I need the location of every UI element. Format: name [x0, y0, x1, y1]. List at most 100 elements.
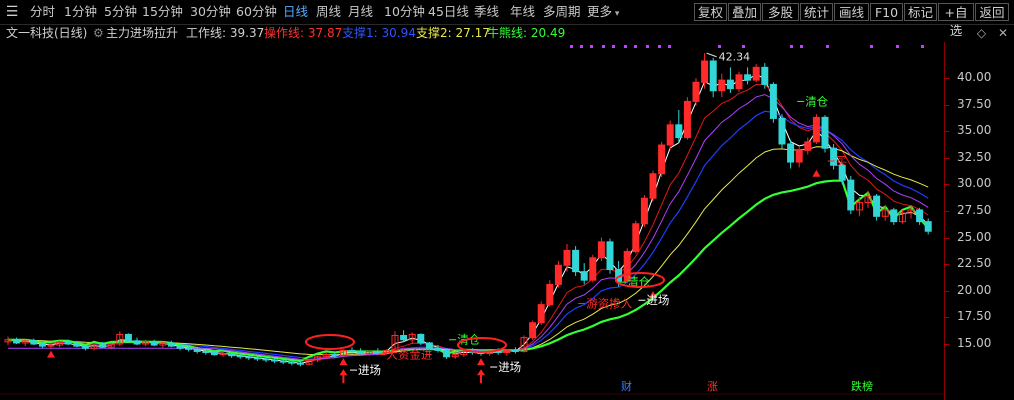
candle-body: [847, 179, 855, 211]
candle-body: [279, 360, 287, 363]
candle-body: [778, 117, 786, 145]
y-tick: [944, 184, 949, 186]
candle-body: [253, 357, 261, 360]
op-line-value: 操作线: 37.87: [264, 26, 343, 40]
signal-dot: [580, 45, 583, 48]
tab-timeframe-8[interactable]: 月线: [348, 0, 373, 24]
toolbar-button-2[interactable]: 多股: [762, 3, 799, 21]
candle-body: [744, 74, 752, 81]
candle-body: [572, 249, 580, 273]
up-arrow-icon: [339, 369, 348, 376]
tab-timeframe-11[interactable]: 季线: [474, 0, 499, 24]
candle-body: [890, 209, 898, 223]
candle-body: [597, 241, 605, 259]
candle-body: [640, 197, 648, 225]
toolbar-button-5[interactable]: F10: [870, 3, 903, 21]
support2-value: 支撑2: 27.17: [416, 26, 490, 40]
annotation-label: 进场: [646, 293, 669, 307]
candle-body: [666, 124, 674, 146]
y-tick-label: 32.50: [957, 149, 992, 164]
tab-timeframe-2[interactable]: 5分钟: [104, 0, 137, 24]
y-tick: [944, 78, 949, 79]
candle-body: [718, 79, 726, 92]
candle-body: [563, 249, 571, 266]
candle-body: [348, 349, 356, 352]
settings-icon[interactable]: ⚙: [93, 24, 104, 42]
y-axis-separator: [944, 42, 945, 400]
signal-dot: [658, 45, 661, 48]
tab-timeframe-12[interactable]: 年线: [510, 0, 535, 24]
y-tick-label: 15.00: [957, 336, 992, 350]
y-tick-label: 37.50: [957, 96, 992, 111]
toolbar-button-7[interactable]: +自选: [938, 3, 974, 38]
candle-body: [529, 322, 537, 339]
y-tick-label: 20.00: [957, 282, 992, 297]
up-arrow-icon: [812, 169, 821, 177]
candle-body: [400, 334, 408, 341]
menu-icon[interactable]: ☰: [2, 0, 22, 24]
candle-body: [511, 349, 519, 352]
toolbar-button-3[interactable]: 统计: [800, 3, 833, 21]
candle-body: [873, 195, 881, 217]
toolbar-button-0[interactable]: 复权: [694, 3, 727, 21]
signal-dot: [896, 45, 899, 48]
y-tick: [944, 317, 949, 319]
tab-timeframe-3[interactable]: 15分钟: [142, 0, 183, 24]
candle-body: [787, 143, 795, 163]
candle-body: [99, 344, 107, 348]
candle-body: [228, 353, 236, 357]
signal-dot: [590, 45, 593, 48]
toolbar-button-4[interactable]: 画线: [834, 3, 869, 21]
annotation-label: 大资金进: [386, 348, 432, 362]
signal-dot: [634, 45, 637, 48]
y-tick-label: 17.50: [957, 309, 992, 324]
y-tick: [944, 237, 949, 239]
candle-body: [296, 362, 304, 365]
tab-timeframe-13[interactable]: 多周期: [543, 0, 581, 24]
candlestick-chart[interactable]: 42.34清仓进场大资金进进场游资掺入清仓进场清仓买财涨跌榜: [0, 42, 1014, 400]
candle-body: [124, 333, 132, 342]
indicator-name[interactable]: 主力进场拉升: [106, 24, 178, 42]
candle-body: [64, 341, 72, 345]
tab-timeframe-6[interactable]: 日线: [283, 0, 308, 24]
candle-body: [546, 283, 554, 306]
candle-body: [434, 347, 442, 351]
close-icon[interactable]: ✕: [998, 26, 1008, 40]
toolbar-button-8[interactable]: 返回: [975, 3, 1009, 21]
candle-body: [795, 149, 803, 163]
tab-timeframe-5[interactable]: 60分钟: [236, 0, 277, 24]
tab-timeframe-7[interactable]: 周线: [316, 0, 341, 24]
diamond-icon[interactable]: ◇: [977, 26, 986, 40]
candle-body: [443, 349, 451, 358]
highlight-ellipse: [305, 334, 355, 350]
candle-body: [38, 343, 46, 347]
work-line-value: 工作线: 39.37: [186, 26, 265, 40]
candle-body: [245, 356, 253, 359]
candle-body: [331, 354, 339, 357]
tab-timeframe-4[interactable]: 30分钟: [190, 0, 231, 24]
lower-band-line: [8, 94, 929, 361]
tab-timeframe-9[interactable]: 10分钟: [384, 0, 425, 24]
signal-dot: [870, 45, 873, 48]
up-arrow-icon: [339, 358, 348, 366]
candle-body: [288, 361, 296, 364]
candle-body: [202, 350, 210, 354]
tab-timeframe-14[interactable]: 更多: [587, 0, 619, 24]
toolbar-button-6[interactable]: 标记: [904, 3, 937, 21]
y-tick: [944, 344, 949, 345]
signal-dot: [612, 45, 615, 48]
support1-value: 支撑1: 30.94: [342, 26, 416, 40]
up-arrow-icon: [47, 350, 55, 358]
candle-body: [804, 141, 812, 151]
candle-body: [675, 124, 683, 139]
top-toolbar: ☰ 分时 1分钟 5分钟 15分钟 30分钟 60分钟 日线 周线 月线 10分钟 45日线 季线 年线…: [0, 0, 1014, 38]
tab-timeframe-1[interactable]: 1分钟: [64, 0, 97, 24]
candle-body: [752, 66, 760, 81]
tab-timeframe-10[interactable]: 45日线: [428, 0, 469, 24]
signal-dot: [790, 45, 793, 48]
tab-timeframe-0[interactable]: 分时: [30, 0, 55, 24]
toolbar-button-1[interactable]: 叠加: [728, 3, 761, 21]
candle-body: [210, 352, 218, 356]
candle-body: [726, 79, 734, 90]
up-arrow-icon: [477, 369, 485, 376]
